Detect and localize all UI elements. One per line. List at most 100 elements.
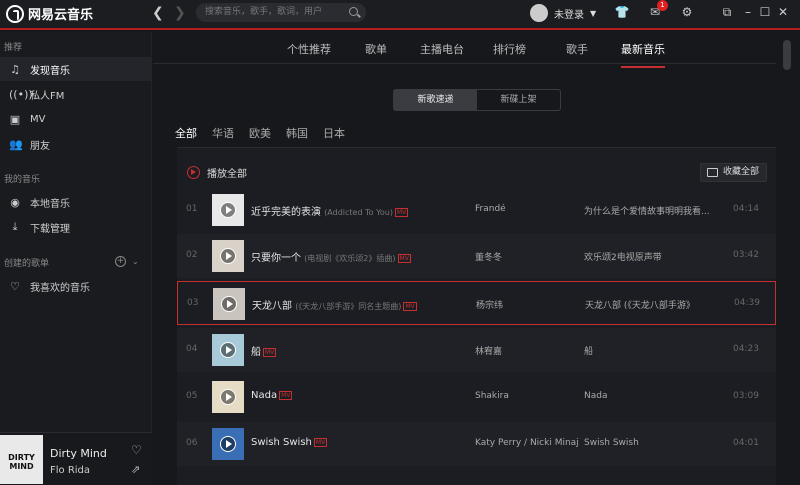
song-title[interactable]: Swish Swish MV bbox=[251, 437, 328, 448]
song-album[interactable]: Swish Swish bbox=[584, 438, 709, 448]
song-title-text: 近乎完美的表演 bbox=[251, 207, 321, 218]
song-thumbnail[interactable] bbox=[212, 334, 244, 366]
table-row[interactable]: 03 天龙八部 (《天龙八部手游》同名主题曲) MV 杨宗纬 天龙八部 (《天龙八… bbox=[177, 281, 776, 325]
back-arrow-icon[interactable]: ❮ bbox=[152, 5, 164, 21]
song-album[interactable]: 为什么是个爱情故事明明我看... bbox=[584, 204, 709, 217]
tab-playlists[interactable]: 歌单 bbox=[365, 41, 387, 57]
mv-badge[interactable]: MV bbox=[403, 301, 417, 311]
song-album[interactable]: 船 bbox=[584, 344, 709, 357]
notification-badge: 1 bbox=[657, 0, 668, 11]
song-subtitle: (《天龙八部手游》同名主题曲) bbox=[295, 302, 402, 311]
play-icon[interactable] bbox=[220, 389, 236, 405]
sidebar-item-mv[interactable]: ▣ MV bbox=[0, 107, 152, 131]
song-artist[interactable]: Frandé bbox=[475, 204, 506, 214]
song-title[interactable]: 天龙八部 (《天龙八部手游》同名主题曲) MV bbox=[252, 297, 417, 312]
song-artist[interactable]: 林宥嘉 bbox=[475, 344, 502, 357]
search-input[interactable]: 搜索音乐，歌手，歌词，用户 bbox=[196, 3, 366, 22]
song-title-text: Swish Swish bbox=[251, 437, 312, 448]
table-row[interactable]: 01 近乎完美的表演 (Addicted To You) MV Frandé 为什… bbox=[177, 188, 776, 232]
song-artist[interactable]: 杨宗纬 bbox=[476, 298, 503, 311]
now-playing[interactable]: DIRTY MIND Dirty Mind Flo Rida ♡ ⇗ bbox=[0, 432, 152, 485]
sidebar-item-fm[interactable]: ((•)) 私人FM bbox=[0, 82, 152, 106]
share-icon[interactable]: ⇗ bbox=[131, 463, 140, 476]
table-row[interactable]: 04 船 MV 林宥嘉 船 04:23 bbox=[177, 328, 776, 372]
add-playlist-icon[interactable]: + bbox=[115, 256, 126, 267]
maximize-icon[interactable]: ☐ bbox=[757, 4, 773, 20]
play-icon[interactable] bbox=[220, 248, 236, 264]
play-icon[interactable] bbox=[220, 342, 236, 358]
app-title: 网易云音乐 bbox=[28, 8, 94, 23]
mv-badge[interactable]: MV bbox=[397, 253, 411, 263]
song-thumbnail[interactable] bbox=[212, 381, 244, 413]
skin-icon[interactable]: 👕 bbox=[614, 4, 630, 20]
mini-mode-icon[interactable]: ⧉ bbox=[719, 4, 735, 20]
track-number: 01 bbox=[186, 204, 198, 214]
tab-recommend[interactable]: 个性推荐 bbox=[287, 41, 331, 57]
play-icon[interactable] bbox=[221, 296, 237, 312]
song-album[interactable]: 天龙八部 (《天龙八部手游》 bbox=[585, 298, 710, 311]
chevron-down-icon: ▼ bbox=[590, 8, 597, 18]
discover-tabs: 个性推荐 歌单 主播电台 排行榜 歌手 最新音乐 bbox=[153, 32, 776, 68]
album-cover[interactable]: DIRTY MIND bbox=[0, 435, 43, 484]
tab-artists[interactable]: 歌手 bbox=[566, 41, 588, 57]
play-all-button[interactable]: 播放全部 bbox=[187, 165, 247, 180]
song-title[interactable]: 只要你一个 (电视剧《欢乐颂2》插曲) MV bbox=[251, 249, 411, 264]
song-thumbnail[interactable] bbox=[212, 194, 244, 226]
sidebar-item-label: 我喜欢的音乐 bbox=[30, 282, 90, 294]
search-icon[interactable] bbox=[349, 7, 358, 16]
track-number: 02 bbox=[186, 250, 198, 260]
close-icon[interactable]: ✕ bbox=[775, 4, 791, 20]
region-all[interactable]: 全部 bbox=[175, 125, 197, 141]
song-thumbnail[interactable] bbox=[212, 428, 244, 460]
song-artist[interactable]: Shakira bbox=[475, 391, 509, 401]
sidebar-item-discover[interactable]: ♫ 发现音乐 bbox=[0, 57, 152, 81]
folder-add-icon bbox=[707, 168, 718, 177]
mv-badge[interactable]: MV bbox=[263, 347, 277, 357]
song-duration: 04:14 bbox=[733, 204, 759, 214]
mv-badge[interactable]: MV bbox=[313, 437, 328, 447]
chevron-down-icon[interactable]: ⌄ bbox=[132, 257, 139, 266]
segment-new-songs[interactable]: 新歌速递 bbox=[394, 90, 477, 110]
region-western[interactable]: 欧美 bbox=[249, 125, 271, 141]
scrollbar[interactable] bbox=[783, 40, 791, 70]
play-icon[interactable] bbox=[220, 202, 236, 218]
gear-icon[interactable]: ⚙ bbox=[679, 4, 695, 20]
table-row[interactable]: 02 只要你一个 (电视剧《欢乐颂2》插曲) MV 董冬冬 欢乐颂2电视原声带 0… bbox=[177, 234, 776, 278]
tab-radio[interactable]: 主播电台 bbox=[420, 41, 464, 57]
tab-charts[interactable]: 排行榜 bbox=[493, 41, 526, 57]
collect-all-button[interactable]: 收藏全部 bbox=[700, 163, 767, 182]
table-row[interactable]: 05 Nada MV Shakira Nada 03:09 bbox=[177, 375, 776, 419]
region-chinese[interactable]: 华语 bbox=[212, 125, 234, 141]
section-my-music: 我的音乐 bbox=[4, 175, 41, 185]
sidebar-item-downloads[interactable]: ⤓ 下载管理 bbox=[0, 215, 152, 239]
user-login[interactable]: 未登录 ▼ bbox=[530, 4, 596, 22]
tab-new-music[interactable]: 最新音乐 bbox=[621, 41, 665, 68]
region-japanese[interactable]: 日本 bbox=[323, 125, 345, 141]
region-korean[interactable]: 韩国 bbox=[286, 125, 308, 141]
song-title-text: Nada bbox=[251, 390, 278, 401]
segment-new-albums[interactable]: 新碟上架 bbox=[477, 90, 560, 110]
forward-arrow-icon[interactable]: ❯ bbox=[174, 5, 186, 21]
sidebar-item-local[interactable]: ◉ 本地音乐 bbox=[0, 190, 152, 214]
song-title[interactable]: 船 MV bbox=[251, 343, 277, 358]
play-icon[interactable] bbox=[220, 436, 236, 452]
song-album[interactable]: 欢乐颂2电视原声带 bbox=[584, 250, 709, 263]
new-music-toggle: 新歌速递 新碟上架 bbox=[393, 89, 561, 111]
minimize-icon[interactable]: – bbox=[740, 4, 756, 20]
song-thumbnail[interactable] bbox=[213, 288, 245, 320]
mv-badge[interactable]: MV bbox=[279, 390, 293, 400]
mv-badge[interactable]: MV bbox=[394, 207, 409, 217]
song-thumbnail[interactable] bbox=[212, 240, 244, 272]
sidebar-item-friends[interactable]: 👥 朋友 bbox=[0, 132, 152, 156]
play-circle-icon bbox=[187, 166, 200, 179]
song-artist[interactable]: Katy Perry / Nicki Minaj bbox=[475, 438, 579, 448]
like-icon[interactable]: ♡ bbox=[131, 443, 142, 457]
song-album[interactable]: Nada bbox=[584, 391, 709, 401]
app-logo[interactable]: 网易云音乐 bbox=[6, 4, 93, 23]
song-title[interactable]: Nada MV bbox=[251, 390, 293, 401]
avatar[interactable] bbox=[530, 4, 548, 22]
song-title[interactable]: 近乎完美的表演 (Addicted To You) MV bbox=[251, 203, 409, 218]
sidebar-item-liked[interactable]: ♡ 我喜欢的音乐 bbox=[0, 274, 152, 298]
table-row[interactable]: 06 Swish Swish MV Katy Perry / Nicki Mina… bbox=[177, 422, 776, 466]
song-artist[interactable]: 董冬冬 bbox=[475, 250, 502, 263]
